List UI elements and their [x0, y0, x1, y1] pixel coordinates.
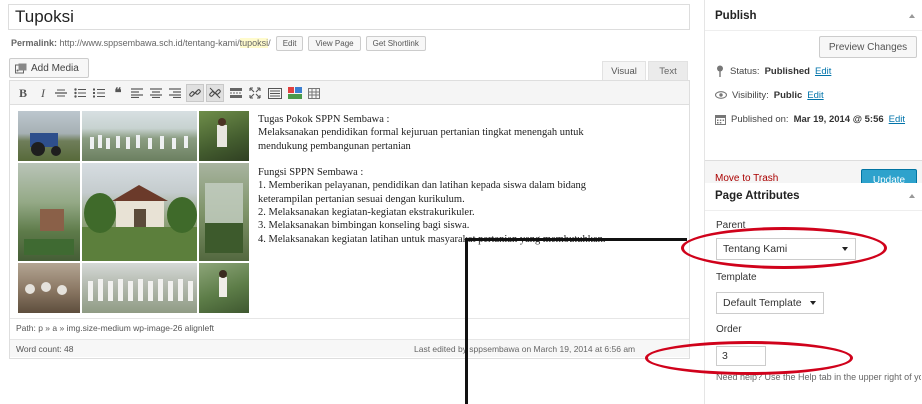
view-page-button[interactable]: View Page	[308, 35, 361, 51]
photo-school-building[interactable]	[82, 163, 197, 261]
permalink-slug[interactable]: tupoksi	[239, 38, 269, 48]
publish-heading: Publish	[715, 10, 757, 22]
fungsi-item-1-line1: 1. Memberikan pelayanan, pendidikan dan …	[258, 180, 587, 192]
photo-tractor[interactable]	[18, 111, 80, 161]
photo-classroom[interactable]	[18, 263, 80, 313]
add-media-label: Add Media	[31, 62, 79, 74]
published-on-edit-link[interactable]: Edit	[889, 114, 905, 125]
post-editor: B I ❝ Tugas Pokok SPPN Sembawa: Melaksa…	[9, 80, 690, 359]
photo-students-lineup[interactable]	[82, 263, 197, 313]
add-media-button[interactable]: Add Media	[9, 58, 89, 78]
publish-box-header[interactable]: Publish	[705, 3, 922, 31]
permalink-base: http://www.sppsembawa.sch.id/tentang-kam…	[59, 38, 240, 48]
permalink-edit-button[interactable]: Edit	[275, 35, 304, 51]
fungsi-item-2: 2. Melaksanakan kegiatan-kegiatan ekstra…	[258, 207, 475, 219]
para-tugas-line2: mendukung pembangunan pertanian	[258, 140, 411, 152]
permalink-row: Permalink: http://www.sppsembawa.sch.id/…	[11, 35, 426, 51]
media-icon[interactable]	[287, 84, 303, 102]
photo-garden[interactable]	[18, 163, 80, 261]
visibility-row: Visibility: Public Edit	[715, 87, 824, 103]
add-media-icon	[15, 63, 27, 74]
blockquote-icon[interactable]: ❝	[111, 84, 125, 102]
align-center-icon[interactable]	[149, 84, 163, 102]
post-title-text: Tupoksi	[15, 7, 74, 26]
get-shortlink-button[interactable]: Get Shortlink	[365, 35, 426, 51]
fungsi-item-3: 3. Melaksanakan bimbingan konseling bagi…	[258, 220, 470, 232]
editor-statusbar: Path: p » a » img.size-medium wp-image-2…	[10, 318, 689, 358]
align-left-icon[interactable]	[130, 84, 144, 102]
table-icon[interactable]	[307, 84, 321, 102]
heading-fungsi: Fungsi SPPN Sembawa :	[258, 167, 364, 179]
collapse-arrow-icon[interactable]	[909, 14, 915, 18]
align-right-icon[interactable]	[168, 84, 182, 102]
photo-plants[interactable]	[199, 263, 249, 313]
annotation-callout-line	[465, 238, 687, 241]
para-tugas-line1: Melaksanakan pendidikan formal kejuruan …	[258, 127, 584, 139]
photo-field-work[interactable]	[199, 111, 249, 161]
bold-button[interactable]: B	[16, 84, 30, 102]
status-edit-link[interactable]: Edit	[815, 66, 831, 77]
editor-content[interactable]: Tugas Pokok SPPN Sembawa : Melaksanakan …	[10, 106, 689, 318]
editor-toolbar: B I ❝	[10, 81, 689, 105]
fullscreen-icon[interactable]	[248, 84, 262, 102]
visibility-value: Public	[773, 89, 803, 101]
bullet-list-icon[interactable]	[73, 84, 87, 102]
collapse-arrow-icon[interactable]	[909, 194, 915, 198]
eye-icon	[715, 91, 727, 99]
chevron-down-icon	[810, 301, 816, 305]
page-attributes-header[interactable]: Page Attributes	[705, 183, 922, 211]
post-title-input[interactable]: Tupoksi	[8, 4, 690, 30]
editor-body-text: Tugas Pokok SPPN Sembawa : Melaksanakan …	[258, 113, 678, 246]
toolbar-toggle-icon[interactable]	[267, 84, 283, 102]
page-attributes-heading: Page Attributes	[715, 190, 800, 202]
tab-visual[interactable]: Visual	[602, 61, 646, 80]
insert-link-icon[interactable]	[186, 84, 204, 102]
element-path: Path: p » a » img.size-medium wp-image-2…	[16, 323, 214, 333]
permalink-trailing: /	[268, 38, 271, 48]
status-row: Status: Published Edit	[715, 63, 831, 79]
template-select[interactable]: Default Template	[716, 292, 824, 314]
pin-icon	[715, 65, 725, 77]
numbered-list-icon[interactable]	[92, 84, 106, 102]
annotation-circle-order	[645, 341, 853, 375]
published-on-row: Published on: Mar 19, 2014 @ 5:56 Edit	[715, 111, 905, 127]
strikethrough-icon[interactable]	[54, 84, 68, 102]
read-more-icon[interactable]	[229, 84, 243, 102]
word-count: Word count: 48	[16, 344, 74, 354]
status-value: Published	[764, 65, 810, 77]
calendar-icon	[715, 114, 726, 125]
word-count-bar: Word count: 48 Last edited by sppsembawa…	[10, 339, 689, 357]
tab-text[interactable]: Text	[648, 61, 688, 80]
permalink-label: Permalink:	[11, 38, 58, 48]
preview-changes-button[interactable]: Preview Changes	[819, 36, 917, 58]
annotation-circle-parent	[681, 227, 887, 269]
photo-greenhouse[interactable]	[199, 163, 249, 261]
remove-link-icon[interactable]	[206, 84, 224, 102]
template-select-value: Default Template	[723, 297, 802, 309]
last-edited: Last edited by sppsembawa on March 19, 2…	[414, 344, 636, 354]
fungsi-item-1-line2: keterampilan pertanian sesuai dengan kur…	[258, 193, 465, 205]
annotation-callout-line	[465, 240, 468, 404]
italic-button[interactable]: I	[36, 84, 50, 102]
photo-students-assembly[interactable]	[82, 111, 197, 161]
order-label: Order	[716, 324, 742, 335]
visibility-edit-link[interactable]: Edit	[807, 90, 823, 101]
template-label: Template	[716, 272, 757, 283]
heading-tugas-pokok: Tugas Pokok SPPN Sembawa :	[258, 114, 390, 125]
published-on-value: Mar 19, 2014 @ 5:56	[793, 113, 884, 125]
